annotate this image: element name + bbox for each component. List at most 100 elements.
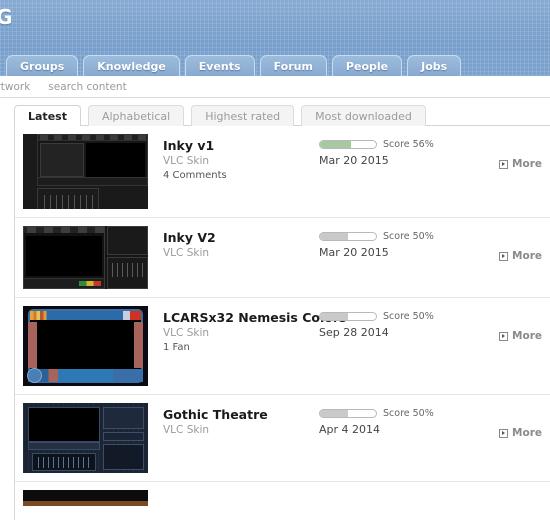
skin-preview-thumbnail[interactable] — [23, 306, 148, 386]
skin-preview-thumbnail[interactable] — [23, 226, 148, 289]
nav-tab-groups[interactable]: Groups — [6, 55, 79, 76]
item-title[interactable]: Gothic Theatre — [163, 407, 319, 422]
sort-filter-tabs: Latest Alphabetical Highest rated Most d… — [0, 98, 550, 127]
item-category: VLC Skin — [163, 424, 210, 436]
score-bar — [319, 409, 377, 418]
nav-tab-people[interactable]: People — [331, 55, 403, 76]
score-label: Score 56% — [383, 139, 434, 150]
site-header: OK.ORG DESKTOP — [0, 0, 550, 52]
more-button-label: More — [512, 330, 542, 342]
equalizer-panel-graphic — [107, 257, 148, 289]
item-date: Mar 20 2015 — [319, 246, 389, 259]
player-menubar-graphic — [24, 227, 104, 233]
tab-most-downloaded[interactable]: Most downloaded — [301, 105, 426, 126]
site-logo[interactable]: OK.ORG DESKTOP — [0, 6, 13, 41]
main-navigation: Groups Knowledge Events Forum People Job… — [0, 52, 550, 76]
score-label: Score 50% — [383, 231, 434, 242]
listing-row[interactable]: Inky V2 VLC Skin Score 50% Mar 20 2015 M… — [15, 218, 550, 298]
thumbnail-cell[interactable] — [23, 490, 151, 514]
thumbnail-cell[interactable] — [23, 134, 151, 209]
player-controls-graphic — [38, 177, 147, 185]
more-cell: More — [499, 134, 550, 209]
tab-alphabetical[interactable]: Alphabetical — [87, 105, 185, 126]
item-info — [151, 490, 319, 514]
item-info: Inky v1 VLC Skin 4 Comments — [151, 134, 319, 209]
thumbnail-cell[interactable] — [23, 403, 151, 473]
more-button-label: More — [512, 427, 542, 439]
skin-preview-thumbnail[interactable] — [23, 403, 148, 473]
item-title[interactable]: LCARSx32 Nemesis Colors — [163, 310, 346, 325]
item-fans-count: 1 Fan — [163, 342, 190, 353]
tab-label: Highest rated — [205, 109, 281, 123]
lcars-knob-graphic — [27, 368, 42, 383]
more-button[interactable]: More — [499, 427, 542, 439]
tab-highest-rated[interactable]: Highest rated — [191, 105, 295, 126]
player-window-graphic — [23, 226, 105, 289]
subnav-item-artwork[interactable]: artwork — [0, 81, 30, 93]
nav-tab-jobs[interactable]: Jobs — [407, 55, 462, 76]
nav-tab-forum[interactable]: Forum — [259, 55, 327, 76]
item-info: LCARSx32 Nemesis Colors VLC Skin 1 Fan — [151, 306, 346, 386]
lcars-left-column-graphic — [28, 322, 37, 368]
more-cell: More — [499, 403, 550, 473]
more-button[interactable]: More — [499, 250, 542, 262]
equalizer-panel-graphic — [37, 188, 99, 209]
player-controls-graphic — [28, 442, 100, 450]
listing-row[interactable]: Inky v1 VLC Skin 4 Comments Score 56% Ma… — [15, 126, 550, 218]
item-date: Sep 28 2014 — [319, 326, 389, 339]
score-bar — [319, 312, 377, 321]
nav-tab-label: Knowledge — [97, 59, 166, 73]
site-logo-subtitle: DESKTOP — [0, 32, 13, 41]
item-title[interactable]: Inky V2 — [163, 230, 319, 245]
player-playlist-graphic — [40, 143, 84, 177]
score-bar — [319, 140, 377, 149]
play-triangle-icon — [499, 159, 509, 169]
item-score: Score 50% Apr 4 2014 — [319, 403, 499, 473]
thumbnail-cell[interactable] — [23, 226, 151, 289]
play-triangle-icon — [499, 428, 509, 438]
score-label: Score 50% — [383, 311, 434, 322]
item-info: Inky V2 VLC Skin — [151, 226, 319, 289]
nav-tab-label: Groups — [20, 59, 65, 73]
equalizer-sliders-graphic — [44, 195, 94, 209]
subnav-item-search-content[interactable]: search content — [48, 81, 126, 93]
item-category: VLC Skin — [163, 327, 210, 339]
item-title[interactable]: Inky v1 — [163, 138, 319, 153]
nav-tab-knowledge[interactable]: Knowledge — [83, 55, 180, 76]
lcars-bottombar-graphic — [28, 369, 143, 382]
tab-label: Latest — [28, 109, 67, 123]
player-video-area-graphic — [86, 143, 145, 177]
more-button-label: More — [512, 158, 542, 170]
skin-preview-thumbnail[interactable] — [23, 134, 148, 209]
player-side-panel-graphic — [103, 407, 144, 429]
lcars-right-column-graphic — [134, 322, 143, 368]
tab-latest[interactable]: Latest — [14, 105, 81, 127]
nav-tab-label: Events — [198, 59, 241, 73]
item-score: Score 50% Sep 28 2014 — [319, 306, 499, 386]
listing-row[interactable]: Gothic Theatre VLC Skin Score 50% Apr 4 … — [15, 395, 550, 482]
player-video-area-graphic — [28, 407, 100, 442]
item-category: VLC Skin — [163, 247, 210, 259]
more-cell: More — [499, 306, 550, 386]
nav-tab-label: Forum — [273, 59, 313, 73]
site-logo-text: OK.ORG — [0, 5, 13, 29]
player-controls-graphic — [24, 278, 104, 288]
thumbnail-cell[interactable] — [23, 306, 151, 386]
player-video-area-graphic — [39, 322, 132, 368]
nav-tab-events[interactable]: Events — [184, 55, 255, 76]
more-cell — [499, 490, 550, 514]
more-button-label: More — [512, 250, 542, 262]
item-score — [319, 490, 499, 514]
item-category: VLC Skin — [163, 155, 210, 167]
listing-row[interactable]: LCARSx32 Nemesis Colors VLC Skin 1 Fan S… — [15, 298, 550, 395]
score-label: Score 50% — [383, 408, 434, 419]
item-comments-count: 4 Comments — [163, 170, 227, 181]
tab-label: Most downloaded — [315, 109, 412, 123]
more-button[interactable]: More — [499, 330, 542, 342]
item-date: Apr 4 2014 — [319, 423, 381, 436]
skin-preview-thumbnail[interactable] — [23, 490, 148, 506]
player-menubar-graphic — [38, 135, 147, 141]
more-button[interactable]: More — [499, 158, 542, 170]
item-score: Score 50% Mar 20 2015 — [319, 226, 499, 289]
listing-row-partial[interactable] — [15, 482, 550, 520]
